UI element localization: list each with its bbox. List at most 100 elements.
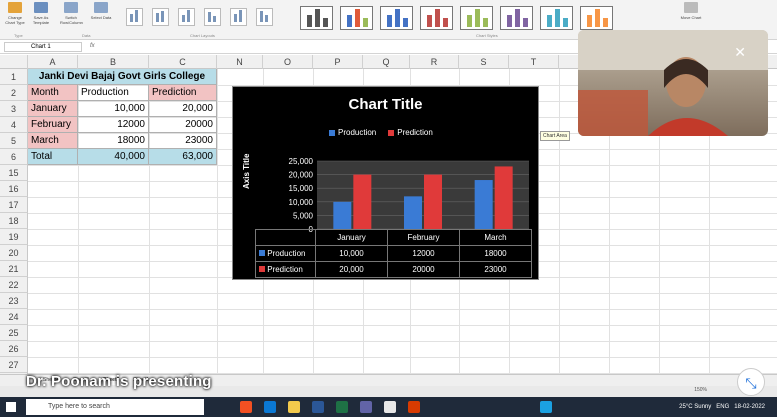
header-month-cell[interactable]: Month (28, 85, 78, 101)
taskbar: Type here to search 25°C Sunny ENG 18-02… (0, 397, 777, 417)
column-header-c[interactable]: C (149, 55, 217, 69)
month-cell[interactable]: March (28, 133, 78, 149)
chart-layout-3[interactable] (178, 8, 195, 26)
production-cell[interactable]: 12000 (78, 117, 149, 133)
row-header[interactable]: 27 (0, 357, 28, 373)
chart-area[interactable]: Chart Title Production Prediction Axis T… (232, 86, 539, 280)
zoom-level[interactable]: 150% (694, 387, 707, 393)
chart-layout-2[interactable] (152, 8, 169, 26)
system-tray: 25°C Sunny ENG 18-02-2022 (679, 397, 765, 417)
chart-style-8[interactable] (580, 6, 613, 30)
month-cell[interactable]: February (28, 117, 78, 133)
y-tick-label: 15,000 (289, 184, 314, 193)
chart-layout-4[interactable] (204, 8, 221, 26)
prediction-cell[interactable]: 23000 (149, 133, 217, 149)
row-header[interactable]: 1 (0, 69, 28, 85)
total-prediction-cell[interactable]: 63,000 (149, 149, 217, 165)
row-header[interactable]: 18 (0, 213, 28, 229)
row-header[interactable]: 16 (0, 181, 28, 197)
row-header[interactable]: 15 (0, 165, 28, 181)
powerpoint-icon[interactable] (408, 401, 420, 413)
app-icon[interactable] (240, 401, 252, 413)
change-chart-type-button[interactable]: Change Chart Type (4, 2, 26, 25)
bar-production[interactable] (474, 180, 493, 229)
windows-start-icon[interactable] (6, 402, 16, 412)
select-all-corner[interactable] (0, 55, 28, 69)
production-cell[interactable]: 10,000 (78, 101, 149, 117)
total-production-cell[interactable]: 40,000 (78, 149, 149, 165)
column-header-p[interactable]: P (313, 55, 363, 69)
row-header[interactable]: 17 (0, 197, 28, 213)
presenter-video[interactable]: ✕ (578, 30, 768, 136)
row-header[interactable]: 6 (0, 149, 28, 165)
word-icon[interactable] (312, 401, 324, 413)
bar-production[interactable] (333, 201, 352, 229)
y-tick-label: 25,000 (289, 157, 314, 166)
bar-prediction[interactable] (494, 166, 513, 229)
column-header-q[interactable]: Q (363, 55, 410, 69)
app-icon[interactable] (540, 401, 552, 413)
row-header[interactable]: 19 (0, 229, 28, 245)
chart-style-1[interactable] (300, 6, 333, 30)
exit-fullscreen-icon[interactable]: ⤡ (737, 368, 765, 396)
chart-layout-1[interactable] (126, 8, 143, 26)
chrome-icon[interactable] (384, 401, 396, 413)
prediction-cell[interactable]: 20000 (149, 117, 217, 133)
column-header-r[interactable]: R (410, 55, 459, 69)
month-cell[interactable]: January (28, 101, 78, 117)
column-header-a[interactable]: A (28, 55, 78, 69)
column-header-b[interactable]: B (78, 55, 149, 69)
row-header[interactable]: 24 (0, 309, 28, 325)
name-box[interactable]: Chart 1 (4, 42, 82, 52)
weather-text[interactable]: 25°C Sunny (679, 404, 711, 410)
chart-layout-6[interactable] (256, 8, 273, 26)
chart-style-5[interactable] (460, 6, 493, 30)
chart-style-4[interactable] (420, 6, 453, 30)
chart-style-3[interactable] (380, 6, 413, 30)
chart-layout-5[interactable] (230, 8, 247, 26)
row-header[interactable]: 26 (0, 341, 28, 357)
edge-icon[interactable] (264, 401, 276, 413)
header-production-cell[interactable]: Production (78, 85, 149, 101)
row-header[interactable]: 23 (0, 293, 28, 309)
column-header-s[interactable]: S (459, 55, 509, 69)
title-cell[interactable]: Janki Devi Bajaj Govt Girls College (28, 69, 217, 85)
column-header-t[interactable]: T (509, 55, 559, 69)
mic-muted-icon[interactable]: ✕ (734, 44, 746, 61)
group-type-label: Type (14, 33, 23, 38)
row-header[interactable]: 2 (0, 85, 28, 101)
switch-row-column-button[interactable]: Switch Row/Column (60, 2, 83, 25)
language-text[interactable]: ENG (716, 404, 729, 410)
row-header[interactable]: 25 (0, 325, 28, 341)
chart-style-7[interactable] (540, 6, 573, 30)
excel-icon[interactable] (336, 401, 348, 413)
date-text[interactable]: 18-02-2022 (734, 404, 765, 410)
fx-icon[interactable]: fx (90, 43, 95, 49)
row-header[interactable]: 5 (0, 133, 28, 149)
table-value: 20000 (387, 261, 460, 278)
taskbar-search-input[interactable]: Type here to search (26, 399, 204, 415)
table-value: 12000 (387, 245, 460, 262)
column-header-o[interactable]: O (263, 55, 313, 69)
row-header[interactable]: 4 (0, 117, 28, 133)
bar-production[interactable] (404, 196, 422, 229)
column-header-n[interactable]: N (217, 55, 263, 69)
bar-prediction[interactable] (424, 174, 442, 229)
prediction-cell[interactable]: 20,000 (149, 101, 217, 117)
bar-prediction[interactable] (353, 174, 372, 229)
chart-style-6[interactable] (500, 6, 533, 30)
row-header[interactable]: 21 (0, 261, 28, 277)
row-header[interactable]: 22 (0, 277, 28, 293)
total-label-cell[interactable]: Total (28, 149, 78, 165)
save-as-template-button[interactable]: Save As Template (30, 2, 52, 25)
row-header[interactable]: 20 (0, 245, 28, 261)
move-chart-button[interactable]: Move Chart (680, 2, 702, 20)
teams-icon[interactable] (360, 401, 372, 413)
production-cell[interactable]: 18000 (78, 133, 149, 149)
row-header[interactable]: 3 (0, 101, 28, 117)
chart-style-2[interactable] (340, 6, 373, 30)
table-key-corner (255, 229, 316, 246)
header-prediction-cell[interactable]: Prediction (149, 85, 217, 101)
select-data-button[interactable]: Select Data (90, 2, 112, 20)
file-explorer-icon[interactable] (288, 401, 300, 413)
